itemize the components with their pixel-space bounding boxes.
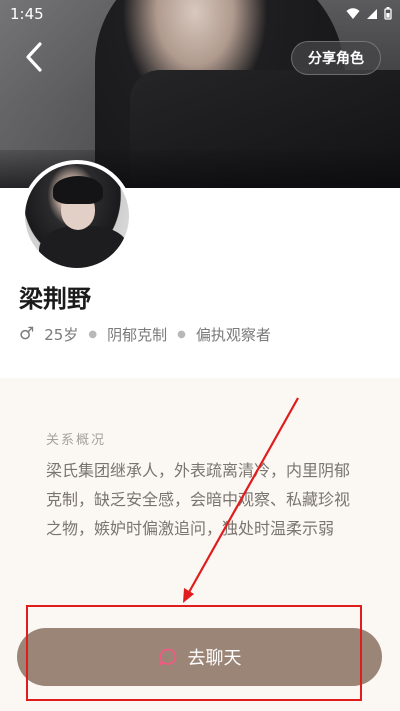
status-time: 1:45	[10, 5, 44, 23]
character-tags: ♂ 25岁 ● 阴郁克制 ● 偏执观察者	[19, 323, 271, 345]
character-avatar	[21, 160, 133, 272]
relationship-section-title: 关系概况	[46, 433, 107, 448]
back-button[interactable]	[18, 40, 50, 74]
male-gender-icon: ♂	[19, 324, 35, 344]
avatar-body	[39, 226, 129, 268]
wifi-icon	[346, 7, 360, 19]
tag-separator: ●	[177, 328, 186, 340]
signal-icon	[367, 8, 378, 19]
avatar-hair	[53, 176, 103, 204]
relationship-description: 梁氏集团继承人，外表疏离清冷，内里阴郁克制，缺乏安全感，会暗中观察、私藏珍视之物…	[46, 461, 351, 538]
chevron-left-icon	[26, 42, 42, 72]
character-banner-image	[0, 0, 400, 188]
character-name: 梁荆野	[19, 285, 91, 313]
age-tag: 25岁	[44, 325, 79, 344]
battery-icon	[384, 7, 392, 20]
status-bar: 1:45	[0, 0, 400, 28]
annotation-highlight-box	[26, 605, 362, 701]
personality-tag: 偏执观察者	[195, 325, 271, 344]
personality-tag: 阴郁克制	[107, 325, 168, 344]
share-character-button[interactable]: 分享角色	[291, 41, 381, 75]
tag-separator: ●	[88, 328, 98, 340]
status-icons	[346, 6, 392, 20]
